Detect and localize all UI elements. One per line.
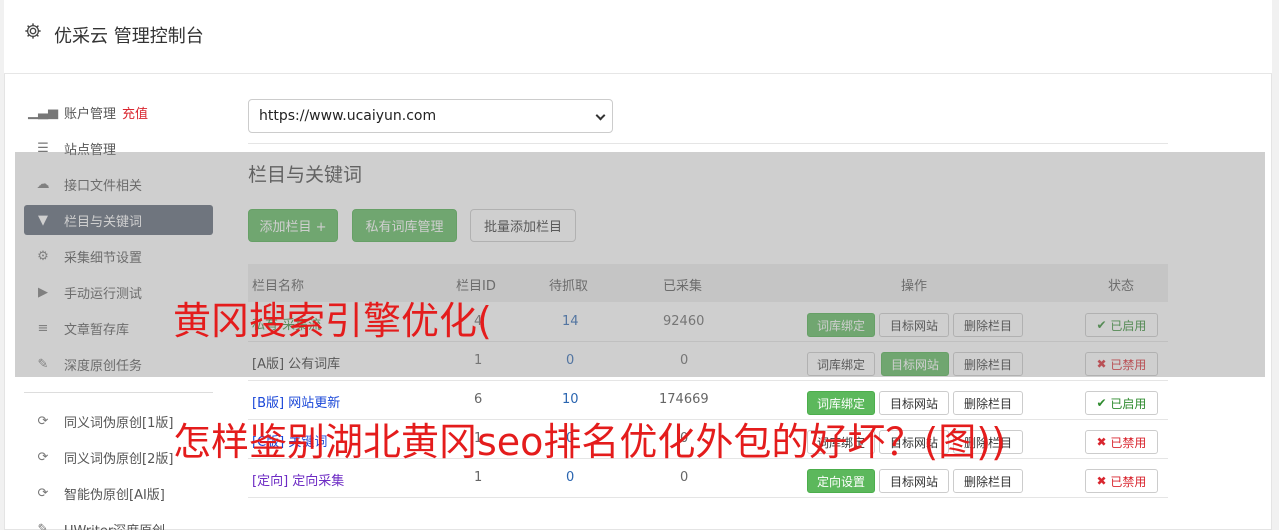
watermark-line-1: 黄冈搜索引擎优化( — [173, 299, 492, 343]
sidebar-item-label: 智能伪原创[AI版] — [64, 487, 165, 503]
sidebar-divider — [24, 392, 213, 393]
status-toggle[interactable]: ✔ 已启用 — [1085, 391, 1158, 415]
refresh-icon: ⟳ — [37, 485, 49, 501]
target-site-button[interactable]: 目标网站 — [879, 469, 949, 493]
row-name-text: 网站更新 — [288, 396, 341, 411]
bar-chart-icon: ▁▃▅ — [28, 104, 58, 120]
gear-icon — [25, 23, 41, 39]
header: 优采云 管理控制台 — [4, 0, 1272, 74]
sidebar-item-label: UWriter深度原创 — [64, 520, 165, 530]
edit-icon: ✎ — [37, 521, 49, 530]
row-name-text: 定向采集 — [292, 474, 345, 489]
page-title: 优采云 管理控制台 — [54, 26, 204, 47]
site-select[interactable]: https://www.ucaiyun.com — [248, 99, 613, 133]
check-icon: ✔ — [1096, 396, 1111, 410]
row-pending[interactable]: 10 — [562, 392, 579, 407]
close-icon: ✖ — [1096, 474, 1111, 488]
sidebar-item-label: 同义词伪原创[2版] — [64, 451, 174, 467]
sidebar-item-label: 账户管理 — [64, 106, 117, 122]
recharge-link[interactable]: 充值 — [122, 103, 148, 122]
status-toggle[interactable]: ✖ 已禁用 — [1085, 469, 1158, 493]
status-label: 已启用 — [1110, 396, 1147, 411]
row-collected: 0 — [680, 470, 689, 485]
divider — [248, 143, 1168, 144]
sidebar-item-account[interactable]: ▁▃▅ 账户管理 充值 — [24, 97, 213, 127]
delete-column-button[interactable]: 删除栏目 — [953, 469, 1023, 493]
sidebar-item-label: 同义词伪原创[1版] — [64, 415, 174, 431]
watermark-line-2: 怎样鉴别湖北黄冈seo排名优化外包的好坏？(图)) — [173, 420, 1006, 464]
close-icon: ✖ — [1096, 435, 1111, 449]
row-collected: 174669 — [659, 392, 709, 407]
version-tag: [B版] — [252, 396, 285, 411]
status-label: 已禁用 — [1110, 474, 1147, 489]
directed-settings-button[interactable]: 定向设置 — [807, 469, 875, 493]
row-name[interactable]: [定向] 定向采集 — [252, 470, 344, 489]
sidebar-item-uwriter[interactable]: ✎ UWriter深度原创 — [24, 514, 213, 530]
row-id: 6 — [474, 392, 483, 407]
version-tag: [定向] — [252, 474, 289, 489]
refresh-icon: ⟳ — [37, 449, 49, 465]
row-pending[interactable]: 0 — [566, 470, 574, 485]
status-toggle[interactable]: ✖ 已禁用 — [1085, 430, 1158, 454]
status-label: 已禁用 — [1110, 435, 1147, 450]
sidebar-item-ai-original[interactable]: ⟳ 智能伪原创[AI版] — [24, 478, 213, 508]
row-name[interactable]: [B版] 网站更新 — [252, 392, 340, 411]
chevron-down-icon — [595, 110, 606, 121]
row-id: 1 — [474, 470, 483, 485]
refresh-icon: ⟳ — [37, 413, 49, 429]
site-select-value: https://www.ucaiyun.com — [259, 108, 437, 124]
